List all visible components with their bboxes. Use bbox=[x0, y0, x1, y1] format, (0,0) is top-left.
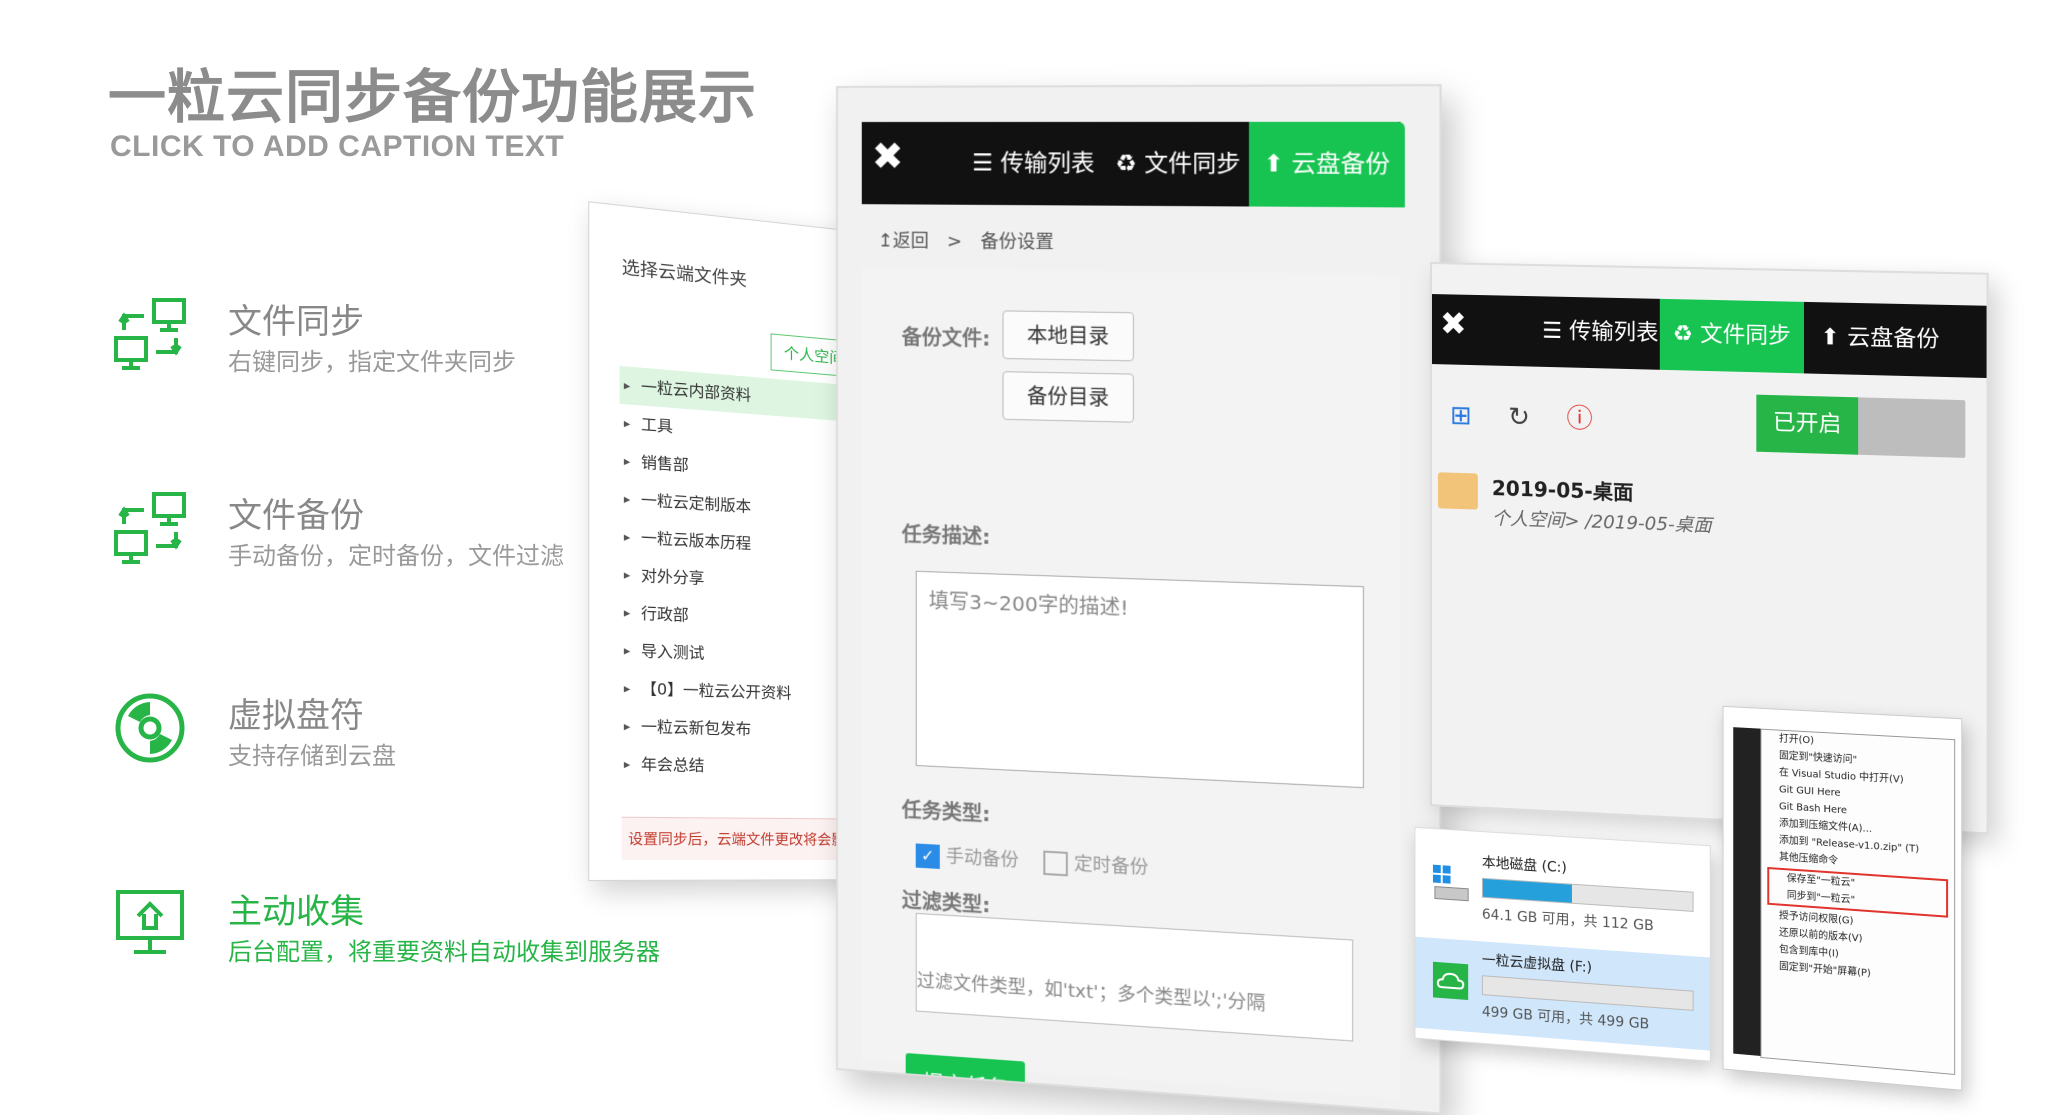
recycle-icon: ♻ bbox=[1672, 321, 1701, 348]
task-desc-input[interactable]: 填写3~200字的描述! bbox=[915, 570, 1364, 789]
sync-icon bbox=[114, 298, 186, 370]
sync-toolbar: ⊞ ↻ ⓘ bbox=[1450, 395, 1621, 437]
feature-desc: 后台配置，将重要资料自动收集到服务器 bbox=[228, 938, 660, 966]
local-dir-button[interactable]: 本地目录 bbox=[1002, 310, 1134, 362]
context-menu-panel: 打开(O) 固定到"快速访问" 在 Visual Studio 中打开(V) G… bbox=[1722, 705, 1963, 1091]
drive-item[interactable]: 本地磁盘 (C:) 64.1 GB 可用，共 112 GB bbox=[1415, 840, 1709, 952]
feature-title: 文件同步 bbox=[228, 302, 364, 342]
backup-files-label: 备份文件: bbox=[901, 325, 991, 351]
tab-file-sync[interactable]: ♻ 文件同步 bbox=[1659, 298, 1804, 374]
task-desc-label: 任务描述: bbox=[901, 522, 991, 550]
manual-backup-checkbox[interactable]: ✓ 手动备份 bbox=[915, 840, 1019, 873]
info-icon[interactable]: ⓘ bbox=[1566, 404, 1592, 435]
feature-active-collect: 主动收集 后台配置，将重要资料自动收集到服务器 bbox=[110, 884, 710, 974]
breadcrumb-separator: > bbox=[946, 230, 963, 253]
toggle-on-label: 已开启 bbox=[1756, 394, 1859, 455]
tab-file-sync[interactable]: ♻ 文件同步 bbox=[1115, 122, 1240, 207]
list-icon: ☰ bbox=[972, 150, 1001, 177]
upload-icon: ⬆ bbox=[1820, 324, 1848, 351]
checkbox-icon bbox=[1043, 850, 1068, 877]
drive-free-space: 499 GB 可用，共 499 GB bbox=[1481, 1004, 1650, 1033]
top-nav-bar: ✖ ☰ 传输列表 ♻ 文件同步 ⬆ 云盘备份 bbox=[861, 121, 1405, 208]
sync-icon bbox=[114, 492, 186, 564]
submit-task-button[interactable]: 提交任务 bbox=[905, 1053, 1025, 1115]
sync-folder-name[interactable]: 2019-05-桌面 bbox=[1492, 472, 1634, 506]
tab-label: 云盘备份 bbox=[1291, 150, 1391, 179]
tab-transfer-list[interactable]: ☰ 传输列表 bbox=[1542, 296, 1658, 369]
slide-caption[interactable]: CLICK TO ADD CAPTION TEXT bbox=[110, 130, 564, 164]
breadcrumb-current: 备份设置 bbox=[980, 231, 1054, 254]
disc-icon bbox=[115, 693, 185, 763]
breadcrumb: ↥返回 > 备份设置 bbox=[878, 226, 1054, 254]
picker-header: 选择云端文件夹 bbox=[621, 257, 747, 292]
backup-form: 备份文件: 本地目录 备份目录 任务描述: 填写3~200字的描述! 任务类型:… bbox=[861, 268, 1401, 1115]
monitor-upload-icon bbox=[116, 890, 184, 954]
close-icon[interactable]: ✖ bbox=[1440, 304, 1467, 343]
feature-title: 文件备份 bbox=[228, 496, 364, 536]
tab-label: 文件同步 bbox=[1144, 150, 1241, 178]
tab-cloud-backup[interactable]: ⬆ 云盘备份 bbox=[1821, 302, 1940, 377]
folder-icon bbox=[1437, 472, 1478, 510]
tab-cloud-backup[interactable]: ⬆ 云盘备份 bbox=[1248, 121, 1405, 208]
back-link[interactable]: ↥返回 bbox=[878, 230, 929, 252]
sync-folder-path: 个人空间> /2019-05-桌面 bbox=[1491, 508, 1712, 537]
checkbox-label: 手动备份 bbox=[945, 846, 1019, 872]
backup-dir-button[interactable]: 备份目录 bbox=[1002, 371, 1134, 423]
add-icon[interactable]: ⊞ bbox=[1450, 401, 1472, 432]
tab-label: 传输列表 bbox=[1569, 319, 1659, 347]
explorer-strip bbox=[1733, 727, 1761, 1056]
tab-label: 云盘备份 bbox=[1847, 325, 1940, 354]
task-type-label: 任务类型: bbox=[901, 797, 991, 827]
checkbox-label: 定时备份 bbox=[1074, 853, 1149, 879]
drive-name: 本地磁盘 (C:) bbox=[1481, 854, 1567, 877]
sync-toggle[interactable]: 已开启 bbox=[1756, 394, 1966, 458]
checkbox-checked-icon: ✓ bbox=[915, 843, 940, 869]
cloud-drive-icon bbox=[1432, 961, 1469, 1001]
tab-label: 文件同步 bbox=[1700, 322, 1791, 350]
filter-type-input[interactable]: 过滤文件类型，如'txt'；多个类型以';'分隔 bbox=[915, 912, 1354, 1042]
feature-title: 虚拟盘符 bbox=[228, 696, 364, 736]
context-menu: 打开(O) 固定到"快速访问" 在 Visual Studio 中打开(V) G… bbox=[1760, 728, 1956, 1076]
refresh-icon[interactable]: ↻ bbox=[1508, 402, 1530, 433]
top-nav-bar: ✖ ☰ 传输列表 ♻ 文件同步 ⬆ 云盘备份 bbox=[1431, 294, 1987, 379]
scheduled-backup-checkbox[interactable]: 定时备份 bbox=[1043, 847, 1148, 880]
close-icon[interactable]: ✖ bbox=[872, 134, 904, 178]
tab-transfer-list[interactable]: ☰ 传输列表 bbox=[972, 122, 1094, 206]
filter-placeholder: 过滤文件类型，如'txt'；多个类型以';'分隔 bbox=[916, 970, 1266, 1015]
recycle-icon: ♻ bbox=[1115, 150, 1145, 178]
windows-drive-icon bbox=[1431, 864, 1470, 905]
drive-usage-fill bbox=[1482, 878, 1573, 903]
backup-settings-panel: ✖ ☰ 传输列表 ♻ 文件同步 ⬆ 云盘备份 ↥返回 > 备份设置 备份文件: 本地… bbox=[836, 84, 1442, 1115]
list-icon: ☰ bbox=[1542, 318, 1570, 345]
drive-free-space: 64.1 GB 可用，共 112 GB bbox=[1481, 906, 1654, 935]
slide-title: 一粒云同步备份功能展示 bbox=[108, 63, 758, 131]
feature-title: 主动收集 bbox=[228, 892, 364, 932]
feature-desc: 手动备份，定时备份，文件过滤 bbox=[228, 542, 564, 570]
upload-icon: ⬆ bbox=[1263, 150, 1292, 178]
drive-item[interactable]: 一粒云虚拟盘 (F:) 499 GB 可用，共 499 GB bbox=[1415, 936, 1710, 1051]
tab-label: 传输列表 bbox=[1000, 150, 1095, 178]
feature-desc: 支持存储到云盘 bbox=[228, 742, 396, 770]
feature-desc: 右键同步，指定文件夹同步 bbox=[228, 348, 516, 376]
drives-panel: 本地磁盘 (C:) 64.1 GB 可用，共 112 GB 一粒云虚拟盘 (F:… bbox=[1414, 826, 1711, 1062]
drive-name: 一粒云虚拟盘 (F:) bbox=[1481, 952, 1592, 977]
